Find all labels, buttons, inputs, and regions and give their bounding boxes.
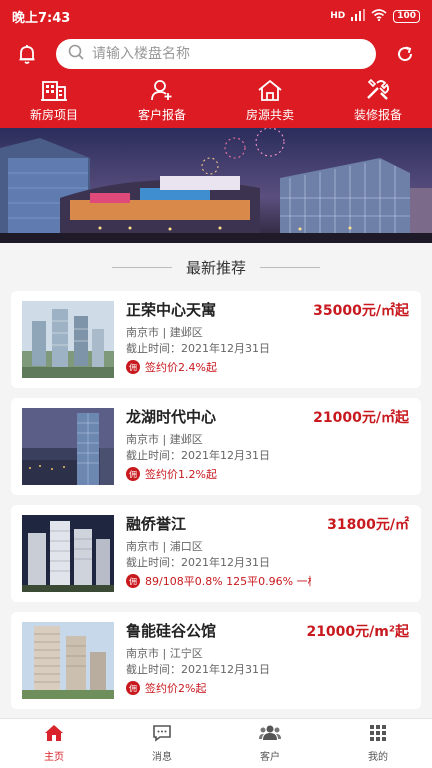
section-title: 最新推荐: [185, 258, 246, 277]
project-card[interactable]: 龙湖时代中心 21000元/㎡起 南京市 | 建邺区 截止时间：2021年12月…: [11, 398, 421, 495]
project-deadline: 截止时间：2021年12月31日: [126, 663, 270, 676]
project-name: 融侨誉江: [126, 515, 187, 533]
project-deadline: 截止时间：2021年12月31日: [126, 556, 270, 569]
commission-badge: 佣: [126, 681, 140, 695]
commission-badge: 佣: [126, 360, 140, 374]
grid-icon: [369, 724, 387, 745]
project-price: 35000元/㎡起: [313, 303, 409, 319]
project-location: 南京市 | 江宁区: [126, 647, 203, 660]
commission-text: 签约价2.4%起: [145, 361, 217, 374]
commission-row: 佣 签约价2.4%起: [126, 359, 311, 375]
search-row: [0, 32, 432, 76]
project-thumbnail: [22, 408, 114, 485]
banner-image: [0, 128, 432, 243]
project-price: 21000元/㎡起: [313, 410, 409, 426]
refresh-icon[interactable]: [390, 39, 420, 69]
search-input[interactable]: [92, 46, 364, 62]
tab-home[interactable]: 主页: [0, 719, 108, 768]
nav-customer-report[interactable]: 客户报备: [108, 76, 216, 128]
project-price: 31800元/㎡: [327, 517, 409, 533]
project-location: 南京市 | 浦口区: [126, 540, 203, 553]
nav-new-projects[interactable]: 新房项目: [0, 76, 108, 128]
project-thumbnail: [22, 515, 114, 592]
project-price: 21000元/m²起: [306, 624, 409, 640]
app-header: 晚上7:43 HD 100 请输入楼盘名称 新房项目 客户报备 房源共卖 装修报…: [0, 0, 432, 128]
tab-label: 消息: [152, 752, 172, 763]
project-name: 龙湖时代中心: [126, 408, 217, 426]
project-name: 鲁能硅谷公馆: [126, 622, 217, 640]
project-card[interactable]: 鲁能硅谷公馆 21000元/m²起 南京市 | 江宁区 截止时间：2021年12…: [11, 612, 421, 709]
project-thumbnail: [22, 301, 114, 378]
nav-label: 房源共卖: [245, 108, 294, 122]
project-location: 南京市 | 建邺区: [126, 433, 203, 446]
commission-badge: 佣: [126, 467, 140, 481]
nav-label: 装修报备: [353, 108, 402, 122]
home-icon: [44, 724, 64, 745]
building-icon: [41, 79, 67, 104]
status-bar: 晚上7:43 HD 100: [0, 0, 432, 32]
bottom-tab-bar: 主页 消息 客户 我的: [0, 718, 432, 768]
divider: [111, 266, 172, 268]
tab-label: 我的: [368, 752, 388, 763]
customers-icon: [259, 724, 281, 745]
user-add-icon: [150, 79, 174, 104]
wifi-icon: [371, 8, 387, 24]
nav-label: 客户报备: [137, 108, 186, 122]
commission-row: 佣 签约价2%起: [126, 680, 311, 696]
project-card[interactable]: 正荣中心天寓 35000元/㎡起 南京市 | 建邺区 截止时间：2021年12月…: [11, 291, 421, 388]
nav-shared-listings[interactable]: 房源共卖: [216, 76, 324, 128]
tab-messages[interactable]: 消息: [108, 719, 216, 768]
project-card[interactable]: 融侨誉江 31800元/㎡ 南京市 | 浦口区 截止时间：2021年12月31日…: [11, 505, 421, 602]
project-thumbnail: [22, 622, 114, 699]
battery-indicator: 100: [393, 9, 420, 23]
tab-label: 主页: [44, 752, 64, 763]
network-label: HD: [330, 11, 346, 21]
notification-bell-icon[interactable]: [12, 39, 42, 69]
tools-icon: [365, 78, 391, 104]
search-icon: [68, 44, 84, 64]
project-deadline: 截止时间：2021年12月31日: [126, 449, 270, 462]
status-icons: HD 100: [330, 8, 420, 24]
house-icon: [257, 79, 283, 104]
project-name: 正荣中心天寓: [126, 301, 217, 319]
commission-row: 佣 签约价1.2%起: [126, 466, 311, 482]
commission-text: 签约价1.2%起: [145, 468, 217, 481]
commission-row: 佣 89/108平0.8% 125平0.96% 一楼/: [126, 573, 311, 589]
tab-customers[interactable]: 客户: [216, 719, 324, 768]
project-location: 南京市 | 建邺区: [126, 326, 203, 339]
status-time: 晚上7:43: [12, 10, 71, 26]
nav-decoration-report[interactable]: 装修报备: [324, 76, 432, 128]
tab-mine[interactable]: 我的: [324, 719, 432, 768]
search-bar[interactable]: [56, 39, 376, 69]
project-deadline: 截止时间：2021年12月31日: [126, 342, 270, 355]
section-header: 最新推荐: [0, 252, 432, 282]
nav-label: 新房项目: [29, 108, 78, 122]
signal-icon: [351, 8, 366, 24]
quick-nav: 新房项目 客户报备 房源共卖 装修报备: [0, 76, 432, 128]
divider: [260, 266, 320, 268]
message-icon: [152, 724, 172, 745]
commission-text: 签约价2%起: [145, 682, 207, 695]
commission-text: 89/108平0.8% 125平0.96% 一楼/: [145, 575, 311, 588]
promo-banner[interactable]: [0, 128, 432, 243]
tab-label: 客户: [260, 752, 280, 763]
commission-badge: 佣: [126, 574, 140, 588]
